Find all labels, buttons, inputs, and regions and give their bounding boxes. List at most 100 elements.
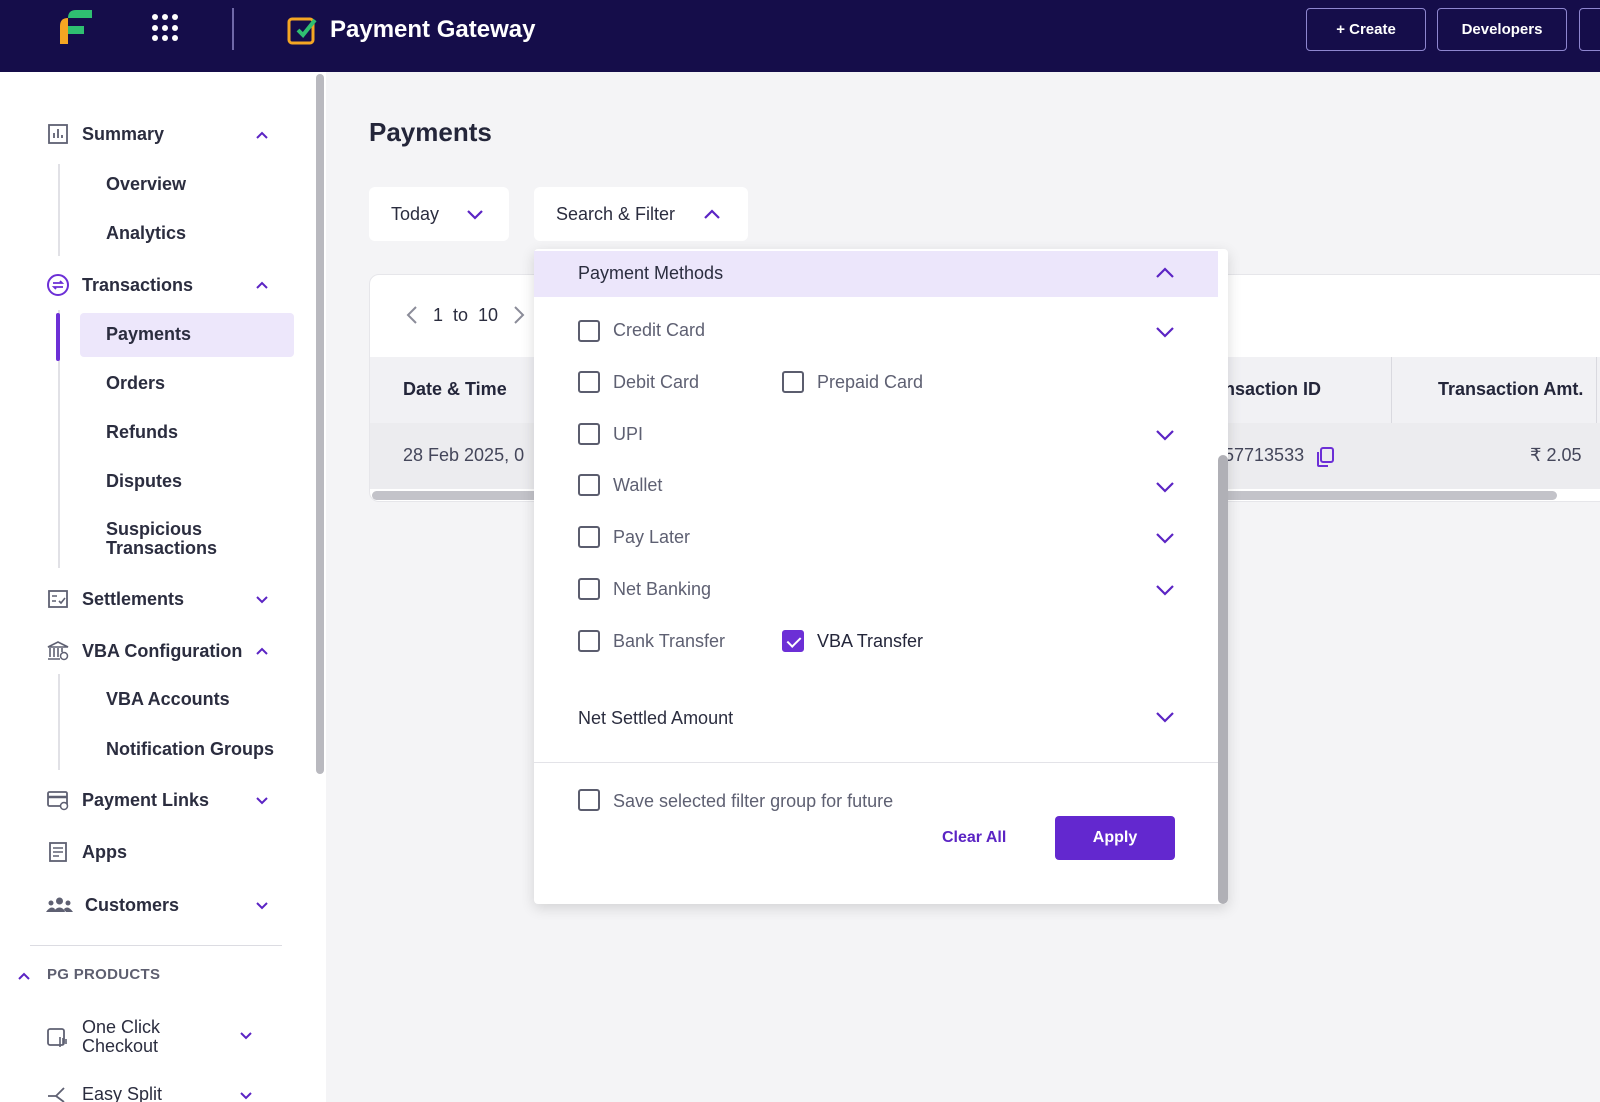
save-filter-group-checkbox[interactable]	[578, 789, 600, 811]
debit-card-label[interactable]: Debit Card	[613, 372, 699, 393]
vba-transfer-label[interactable]: VBA Transfer	[817, 631, 923, 652]
search-filter-dropdown[interactable]: Search & Filter	[534, 187, 748, 241]
more-button[interactable]	[1579, 8, 1600, 51]
chevron-up-icon[interactable]	[254, 127, 270, 143]
sidebar-group-transactions[interactable]: Transactions	[46, 273, 193, 297]
sidebar-item-label: Suspicious	[106, 519, 203, 539]
active-indicator	[56, 313, 60, 361]
filter-panel-divider	[534, 762, 1218, 763]
cell-transaction-amount: ₹ 2.05	[1530, 445, 1582, 465]
create-button[interactable]: + Create	[1306, 8, 1426, 51]
chevron-up-icon[interactable]	[1154, 262, 1176, 284]
sidebar-group-settlements[interactable]: Settlements	[46, 587, 184, 611]
chevron-down-icon[interactable]	[254, 792, 270, 808]
sidebar-group-easy-split[interactable]: Easy Split	[46, 1082, 162, 1102]
chevron-right-icon[interactable]	[512, 304, 526, 326]
chevron-down-icon[interactable]	[1154, 579, 1176, 601]
chevron-up-icon	[704, 209, 720, 219]
filter-panel-scrollbar[interactable]	[1218, 455, 1228, 904]
sidebar-group-apps[interactable]: Apps	[46, 840, 127, 864]
bank-transfer-label[interactable]: Bank Transfer	[613, 631, 725, 652]
clear-all-button[interactable]: Clear All	[942, 829, 1006, 847]
chevron-left-icon[interactable]	[405, 304, 419, 326]
sidebar-item-disputes[interactable]: Disputes	[106, 471, 182, 492]
sidebar-group-label-line: One Click	[82, 1017, 161, 1037]
copy-icon[interactable]	[1315, 446, 1335, 468]
prepaid-card-checkbox[interactable]	[782, 371, 804, 393]
bank-transfer-checkbox[interactable]	[578, 630, 600, 652]
save-filter-group-label[interactable]: Save selected filter group for future	[613, 791, 893, 812]
section-label-pg-products: PG PRODUCTS	[47, 966, 161, 983]
apply-button[interactable]: Apply	[1055, 816, 1175, 860]
column-header-date-time[interactable]: Date & Time	[403, 379, 507, 400]
chevron-down-icon[interactable]	[254, 591, 270, 607]
sidebar-group-summary[interactable]: Summary	[46, 122, 164, 146]
sidebar-scrollbar[interactable]	[316, 74, 324, 774]
sidebar-item-refunds[interactable]: Refunds	[106, 422, 178, 443]
sidebar-tree-line	[58, 164, 60, 256]
split-icon	[48, 1087, 65, 1102]
sidebar-item-overview[interactable]: Overview	[106, 174, 186, 195]
sidebar-item-analytics[interactable]: Analytics	[106, 223, 186, 244]
header-divider	[232, 8, 234, 50]
sidebar-item-orders[interactable]: Orders	[106, 373, 165, 394]
chevron-down-icon[interactable]	[238, 1027, 254, 1043]
sidebar-tree-line	[58, 674, 60, 770]
chevron-up-icon[interactable]	[16, 968, 32, 984]
upi-checkbox[interactable]	[578, 423, 600, 445]
vba-transfer-checkbox[interactable]	[782, 630, 804, 652]
sidebar-item-label: Transactions	[106, 538, 218, 558]
upi-label[interactable]: UPI	[613, 424, 643, 445]
pagination: 1 to 10	[405, 304, 526, 326]
credit-card-checkbox[interactable]	[578, 320, 600, 342]
column-divider	[1596, 357, 1597, 423]
date-range-dropdown[interactable]: Today	[369, 187, 509, 241]
payment-gateway-icon	[287, 17, 317, 45]
net-banking-label[interactable]: Net Banking	[613, 579, 711, 600]
wallet-checkbox[interactable]	[578, 474, 600, 496]
pay-later-label[interactable]: Pay Later	[613, 527, 690, 548]
column-divider	[1391, 357, 1392, 423]
sidebar-group-one-click-checkout[interactable]: One Click Checkout	[46, 1018, 160, 1056]
sidebar-item-payments[interactable]: Payments	[106, 324, 191, 345]
payment-methods-title: Payment Methods	[578, 263, 724, 283]
sidebar-group-label: Apps	[82, 841, 127, 862]
sidebar-item-vba-accounts[interactable]: VBA Accounts	[106, 689, 230, 710]
net-settled-amount-label[interactable]: Net Settled Amount	[578, 708, 733, 729]
sidebar-group-customers[interactable]: Customers	[46, 893, 179, 917]
sidebar-group-label-line: Checkout	[82, 1036, 159, 1056]
sidebar-group-payment-links[interactable]: Payment Links	[46, 788, 209, 812]
bar-chart-icon	[48, 124, 68, 144]
checklist-icon	[48, 590, 68, 608]
credit-card-label[interactable]: Credit Card	[613, 320, 705, 341]
chevron-down-icon[interactable]	[1154, 527, 1176, 549]
sidebar-divider	[30, 945, 282, 946]
chevron-down-icon[interactable]	[1154, 424, 1176, 446]
sidebar-item-suspicious-transactions[interactable]: Suspicious Transactions	[106, 520, 217, 558]
sidebar-group-label: VBA Configuration	[82, 640, 243, 661]
sidebar-group-vba-configuration[interactable]: VBA Configuration	[46, 639, 242, 663]
debit-card-checkbox[interactable]	[578, 371, 600, 393]
card-link-icon	[47, 791, 69, 811]
column-header-transaction-id[interactable]: nsaction ID	[1224, 379, 1321, 400]
chevron-up-icon[interactable]	[254, 643, 270, 659]
sidebar-item-notification-groups[interactable]: Notification Groups	[106, 739, 274, 760]
chevron-down-icon[interactable]	[238, 1087, 254, 1102]
users-icon	[46, 897, 73, 912]
chevron-down-icon[interactable]	[1154, 321, 1176, 343]
pay-later-checkbox[interactable]	[578, 526, 600, 548]
net-banking-checkbox[interactable]	[578, 578, 600, 600]
chevron-up-icon[interactable]	[254, 277, 270, 293]
wallet-label[interactable]: Wallet	[613, 475, 662, 496]
brand-logo[interactable]	[56, 8, 96, 46]
chevron-down-icon[interactable]	[254, 897, 270, 913]
prepaid-card-label[interactable]: Prepaid Card	[817, 372, 923, 393]
apps-grid-icon[interactable]	[152, 14, 180, 42]
sidebar-group-label: Customers	[85, 894, 180, 915]
developers-button[interactable]: Developers	[1437, 8, 1567, 51]
chevron-down-icon[interactable]	[1154, 706, 1176, 728]
chevron-down-icon[interactable]	[1154, 476, 1176, 498]
column-header-transaction-amount[interactable]: Transaction Amt.	[1438, 379, 1583, 400]
pager-to: 10	[478, 304, 499, 325]
app-title: Payment Gateway	[330, 16, 536, 43]
